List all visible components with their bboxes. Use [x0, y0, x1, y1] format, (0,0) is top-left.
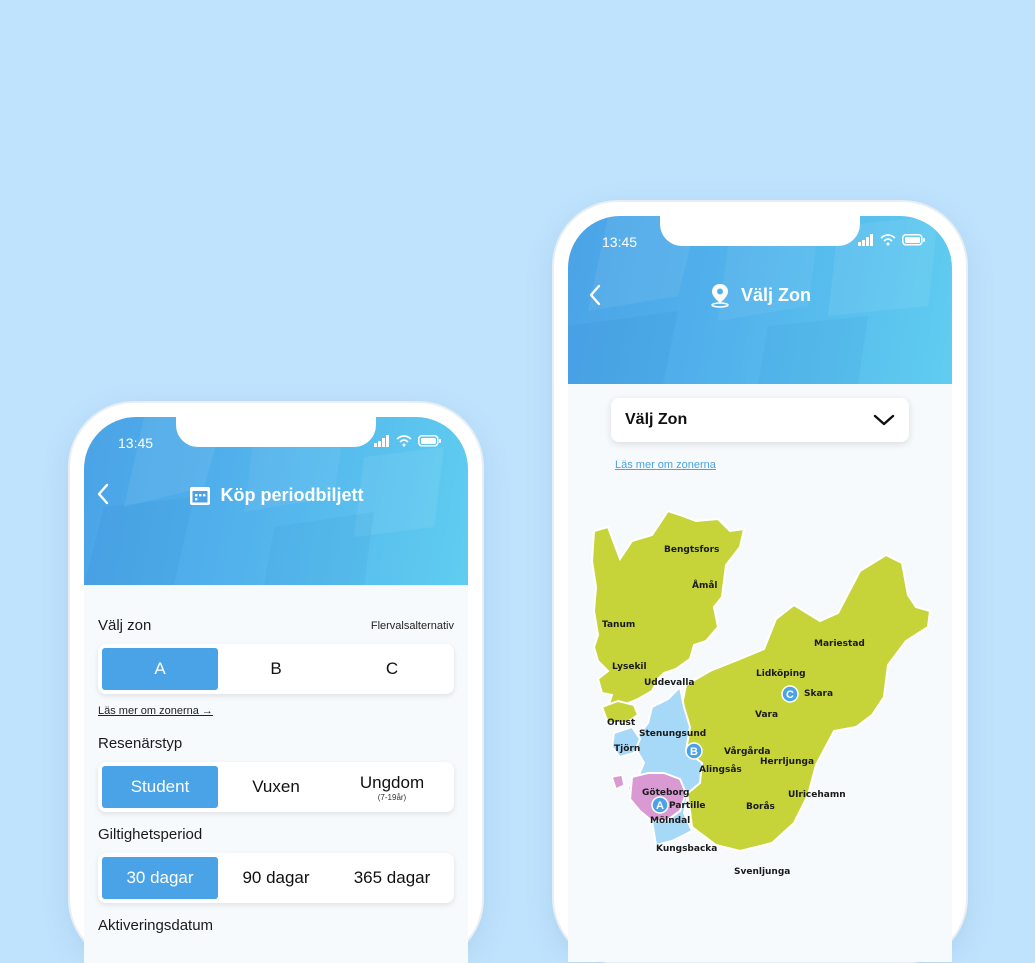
traveler-option-vuxen[interactable]: Vuxen: [218, 766, 334, 808]
place-skara: Skara: [804, 689, 833, 699]
notch: [176, 417, 376, 447]
place-mariestad: Mariestad: [814, 639, 865, 649]
read-more-zones-link[interactable]: Läs mer om zonerna →: [98, 705, 213, 717]
place-herrljunga: Herrljunga: [760, 757, 814, 767]
traveler-segmented-control: Student Vuxen Ungdom (7-19år): [98, 762, 454, 812]
place-molndal: Mölndal: [650, 816, 690, 826]
zone-map[interactable]: A B C Bengtsfors Åmål Tanum Mariestad Ly…: [568, 501, 952, 921]
chevron-down-icon: [873, 414, 895, 426]
zone-option-b[interactable]: B: [218, 648, 334, 690]
zone-marker-b-label: B: [690, 746, 698, 758]
place-orust: Orust: [607, 718, 636, 728]
zone-marker-c[interactable]: C: [781, 685, 799, 703]
zone-dropdown[interactable]: Välj Zon: [611, 398, 909, 442]
activation-label: Aktiveringsdatum: [98, 917, 214, 934]
traveler-label: Resenärstyp: [98, 735, 183, 752]
validity-label: Giltighetsperiod: [98, 826, 203, 843]
left-phone: 13:45 Köp periodbiljett Välj zon Flerval…: [70, 403, 482, 963]
title-wrap: Välj Zon: [568, 282, 952, 308]
place-lidkoping: Lidköping: [756, 669, 806, 679]
place-alingsas: Alingsås: [699, 764, 742, 775]
zone-marker-a[interactable]: A: [651, 796, 669, 814]
page-title: Köp periodbiljett: [220, 485, 364, 505]
status-icons: [858, 234, 926, 246]
notch: [660, 216, 860, 246]
zone-marker-b[interactable]: B: [685, 742, 703, 760]
page-title: Välj Zon: [740, 284, 811, 305]
left-header: 13:45 Köp periodbiljett: [84, 417, 468, 585]
signal-icon: [374, 435, 389, 447]
place-vargarda: Vårgårda: [724, 746, 770, 757]
place-boras: Borås: [746, 801, 775, 812]
validity-option-90[interactable]: 90 dagar: [218, 857, 334, 899]
zone-option-c[interactable]: C: [334, 648, 450, 690]
validity-segmented-control: 30 dagar 90 dagar 365 dagar: [98, 853, 454, 903]
zone-segmented-control: A B C: [98, 644, 454, 694]
read-more-zones-link[interactable]: Läs mer om zonerna: [615, 459, 716, 471]
zone-marker-c-label: C: [786, 689, 794, 701]
zone-dropdown-value: Välj Zon: [625, 411, 688, 428]
left-phone-screen: 13:45 Köp periodbiljett Välj zon Flerval…: [84, 417, 468, 963]
battery-icon: [418, 435, 441, 447]
place-tanum: Tanum: [602, 620, 635, 630]
zone-label: Välj zon: [98, 617, 152, 634]
location-pin-icon: [711, 284, 729, 308]
place-ulricehamn: Ulricehamn: [788, 790, 846, 800]
battery-icon: [902, 234, 925, 246]
place-uddevalla: Uddevalla: [644, 678, 694, 688]
ungdom-age-range: (7-19år): [377, 792, 407, 802]
traveler-option-ungdom[interactable]: Ungdom (7-19år): [334, 766, 450, 808]
status-time: 13:45: [602, 234, 638, 250]
right-phone: 13:45 Välj Zon Välj Zon Läs mer om zoner…: [554, 202, 966, 962]
right-header: 13:45 Välj Zon: [568, 216, 952, 384]
wifi-icon: [396, 435, 412, 447]
place-stenungsund: Stenungsund: [639, 729, 706, 739]
multi-choice-note: Flervalsalternativ: [370, 620, 454, 632]
wifi-icon: [880, 234, 896, 246]
traveler-option-student[interactable]: Student: [102, 766, 218, 808]
validity-option-365[interactable]: 365 dagar: [334, 857, 450, 899]
zone-marker-a-label: A: [656, 800, 664, 812]
calendar-icon: [189, 486, 210, 505]
place-tjorn: Tjörn: [614, 744, 640, 754]
status-time: 13:45: [118, 435, 154, 451]
validity-option-30[interactable]: 30 dagar: [102, 857, 218, 899]
status-icons: [374, 435, 442, 447]
place-lysekil: Lysekil: [612, 662, 647, 672]
title-wrap: Köp periodbiljett: [84, 485, 468, 506]
ungdom-label: Ungdom: [359, 772, 425, 792]
place-amal: Åmål: [692, 580, 718, 591]
place-bengtsfors: Bengtsfors: [664, 545, 719, 555]
place-vara: Vara: [755, 710, 778, 720]
place-partille: Partille: [669, 801, 706, 811]
zone-a-island[interactable]: [611, 774, 625, 791]
place-kungsbacka: Kungsbacka: [656, 844, 717, 854]
place-goteborg: Göteborg: [642, 788, 689, 798]
place-svenljunga: Svenljunga: [734, 867, 790, 877]
zone-option-a[interactable]: A: [102, 648, 218, 690]
right-phone-screen: 13:45 Välj Zon Välj Zon Läs mer om zoner…: [568, 216, 952, 962]
signal-icon: [858, 234, 873, 246]
